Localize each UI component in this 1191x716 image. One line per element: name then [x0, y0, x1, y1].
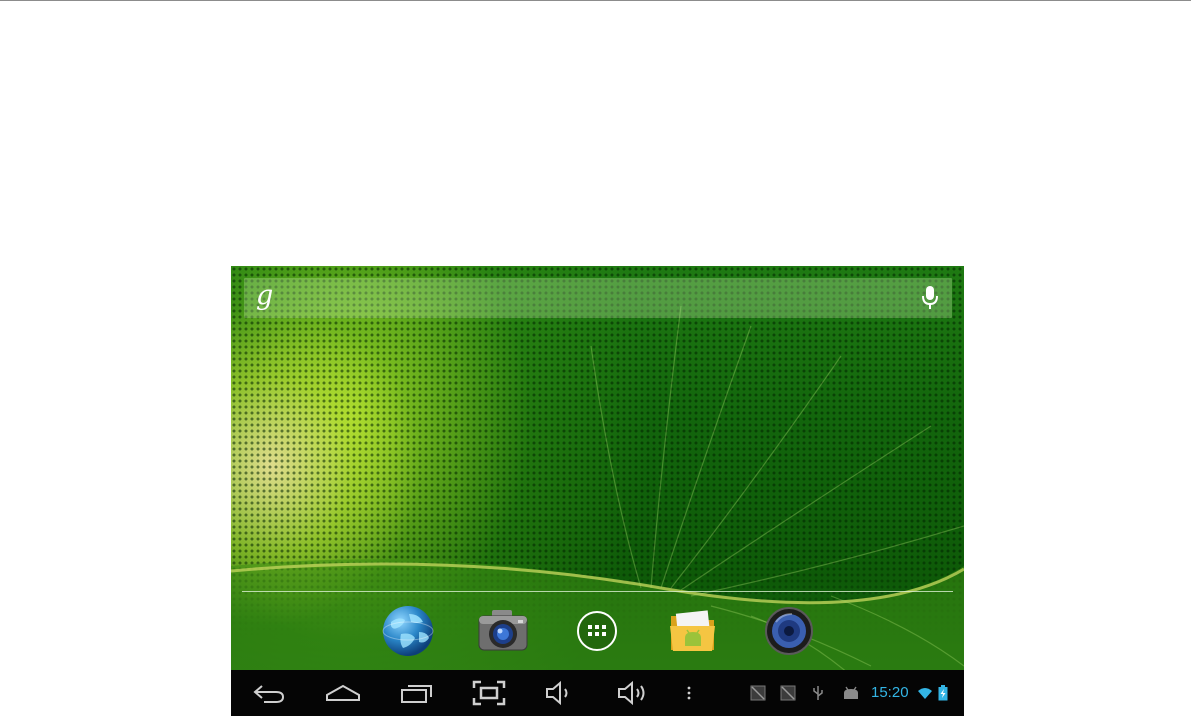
page-top-rule — [0, 0, 1191, 1]
usb-icon — [813, 686, 823, 700]
home-icon — [326, 684, 360, 701]
recent-apps-icon — [401, 685, 432, 703]
globe-icon — [382, 606, 434, 656]
back-arrow-icon — [253, 685, 285, 703]
status-android-debug — [841, 670, 861, 716]
screenshot-icon — [472, 680, 506, 706]
speaker-icon — [765, 607, 813, 655]
status-no-sim-2 — [779, 670, 797, 716]
folder-android-icon — [670, 610, 715, 651]
dock-camera[interactable] — [473, 601, 533, 661]
google-search-bar[interactable]: g — [244, 278, 952, 318]
camera-icon — [478, 610, 528, 651]
volume-down-button[interactable] — [541, 670, 577, 716]
app-drawer-icon — [577, 611, 617, 651]
status-clock[interactable]: 15:20 — [871, 684, 909, 702]
no-sim-icon — [780, 685, 796, 701]
status-no-sim-1 — [749, 670, 767, 716]
android-debug-icon — [844, 686, 858, 699]
recent-apps-button[interactable] — [397, 670, 437, 716]
tablet-screen: g 15:20 — [231, 266, 964, 716]
screenshot-button[interactable] — [469, 670, 509, 716]
volume-up-button[interactable] — [615, 670, 651, 716]
status-usb — [811, 670, 825, 716]
dock-music[interactable] — [759, 601, 819, 661]
system-navigation-bar: 15:20 — [231, 670, 964, 716]
volume-up-icon — [618, 680, 645, 706]
overflow-menu-icon — [687, 686, 691, 700]
microphone-icon[interactable] — [920, 285, 940, 311]
dock-file-manager[interactable] — [663, 601, 723, 661]
status-battery — [937, 670, 949, 716]
dock-browser[interactable] — [378, 601, 438, 661]
dock-divider — [242, 591, 953, 592]
volume-down-icon — [546, 680, 568, 706]
back-button[interactable] — [249, 670, 289, 716]
home-button[interactable] — [323, 670, 363, 716]
wifi-icon — [918, 688, 932, 699]
menu-button[interactable] — [681, 670, 697, 716]
google-g-icon: g — [256, 280, 274, 311]
battery-charging-icon — [938, 685, 948, 701]
no-sim-icon — [750, 685, 766, 701]
status-wifi — [916, 670, 934, 716]
favorites-dock — [231, 601, 964, 665]
dock-all-apps[interactable] — [567, 601, 627, 661]
